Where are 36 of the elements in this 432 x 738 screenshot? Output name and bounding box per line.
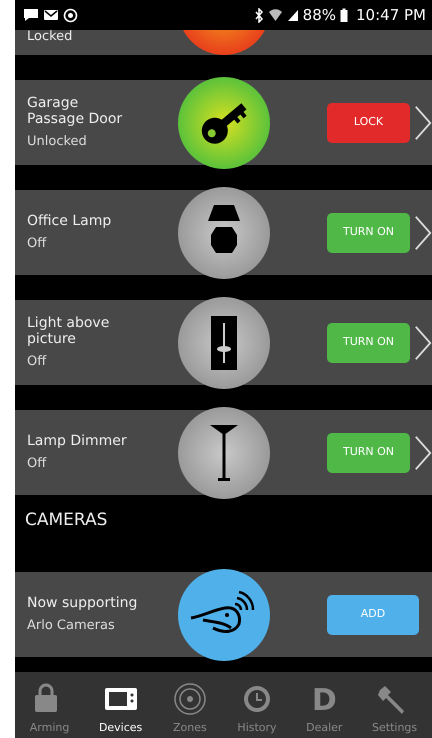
device-status: Off [27,355,48,370]
signal-icon [286,8,299,22]
device-status: Unlocked [27,135,88,150]
tab-button[interactable]: D Dealer [304,686,344,736]
device-name: Now supporting [27,594,138,612]
device-status: Locked [27,30,74,45]
tab-button[interactable]: Arming [28,682,72,736]
device-status: Arlo Cameras [27,619,116,634]
wifi-icon [268,8,283,22]
device-name: Lamp Dimmer [27,432,128,450]
bluetooth-icon [254,8,264,22]
action-button[interactable]: TURN ON [327,432,410,472]
tab-button[interactable]: Settings [370,682,420,736]
letter-icon: D [312,686,337,716]
device-name: Garage Passage Door [27,94,124,128]
action-button[interactable]: TURN ON [327,322,410,362]
floor-lamp-icon [209,422,239,482]
clock-time: 10:47 PM [356,4,426,26]
action-button[interactable]: TURN ON [327,212,410,252]
battery-percent: 88% [302,4,336,26]
chat-icon [23,8,39,22]
circle-icon [63,8,78,22]
tab-button[interactable]: Zones [170,682,210,736]
action-button[interactable]: ADD [327,594,419,634]
tab-button[interactable]: Devices [96,682,144,736]
action-button[interactable]: LOCK [327,102,410,142]
mail-icon [43,8,59,22]
section-title: CAMERAS [24,509,108,532]
device-name: Light above picture [27,314,110,348]
battery-icon [340,8,348,22]
device-status: Off [27,457,48,472]
device-name: Office Lamp [27,212,112,230]
light-switch-icon [210,314,238,370]
tab-button[interactable]: History [235,682,279,736]
target-icon [172,682,208,716]
device-status: Off [27,237,48,252]
